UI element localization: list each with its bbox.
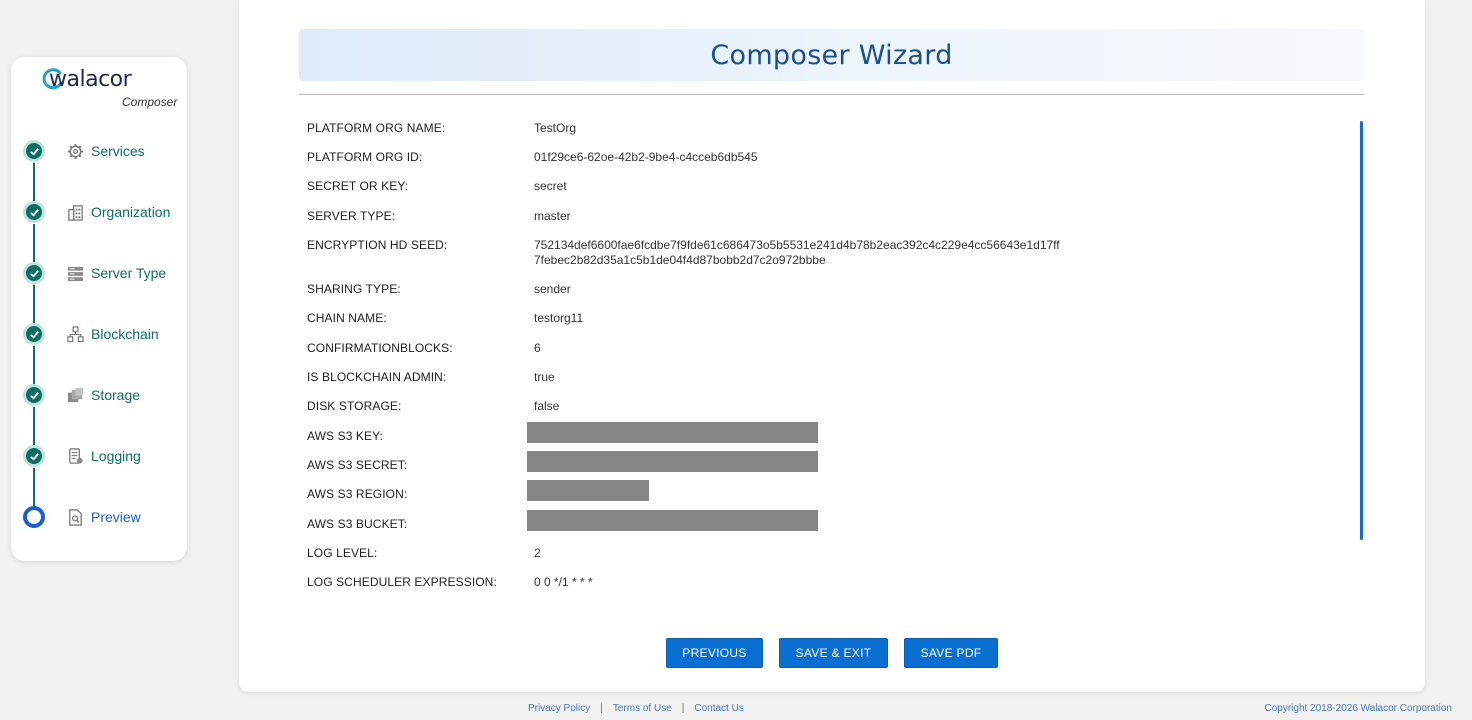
preview-panel: Composer Wizard PLATFORM ORG NAME: TestO… [239, 0, 1425, 692]
privacy-policy-link[interactable]: Privacy Policy [528, 703, 590, 714]
step-done-icon [23, 201, 45, 223]
step-done-icon [23, 384, 45, 406]
save-exit-button[interactable]: SAVE & EXIT [779, 638, 888, 668]
step-connector [33, 468, 35, 510]
detail-value: sender [534, 282, 571, 296]
page-title: Composer Wizard [710, 39, 953, 71]
detail-label: AWS S3 SECRET: [307, 458, 408, 472]
step-label: Blockchain [91, 326, 159, 342]
storage-icon [67, 387, 84, 403]
terms-of-use-link[interactable]: Terms of Use [613, 703, 672, 714]
server-icon [67, 266, 84, 282]
detail-label: LOG SCHEDULER EXPRESSION: [307, 575, 497, 589]
redacted-value [527, 451, 818, 472]
footer-separator: | [600, 703, 603, 714]
wizard-steps: Services Organization Server Type Blockc… [11, 57, 187, 561]
seed-line-2: 7febec2b82d35a1c5b1de04f4d87bobb2d7c2o97… [534, 253, 826, 267]
footer-separator: | [681, 703, 685, 714]
step-server-type[interactable]: Server Type [23, 261, 183, 285]
save-pdf-button[interactable]: SAVE PDF [904, 638, 998, 668]
contact-us-link[interactable]: Contact Us [694, 703, 743, 714]
step-connector [33, 224, 35, 266]
detail-value: 6 [534, 341, 541, 355]
step-done-icon [23, 140, 45, 162]
action-buttons: PREVIOUS SAVE & EXIT SAVE PDF [239, 638, 1425, 668]
step-label: Storage [91, 387, 141, 403]
detail-value: 752134def6600fae6fcdbe7f9fde61c686473o5b… [534, 238, 1060, 268]
detail-value: 0 0 */1 * * * [534, 575, 593, 589]
step-label: Organization [91, 204, 171, 220]
detail-value: true [534, 370, 555, 384]
step-label: Preview [91, 509, 141, 525]
step-connector [33, 285, 35, 327]
gear-icon [67, 143, 84, 160]
detail-label: LOG LEVEL: [307, 546, 378, 560]
detail-label: IS BLOCKCHAIN ADMIN: [307, 370, 447, 384]
wizard-sidebar: walacor Composer Services Organization S… [11, 57, 187, 561]
step-done-icon [23, 262, 45, 284]
detail-label: SERVER TYPE: [307, 209, 396, 223]
step-label: Server Type [91, 265, 167, 281]
detail-label: CHAIN NAME: [307, 311, 387, 325]
detail-label: SECRET OR KEY: [307, 179, 409, 193]
step-preview[interactable]: Preview [23, 505, 183, 529]
title-bar: Composer Wizard [299, 29, 1364, 81]
detail-label: CONFIRMATIONBLOCKS: [307, 341, 453, 355]
step-label: Services [91, 143, 145, 159]
seed-line-1: 752134def6600fae6fcdbe7f9fde61c686473o5b… [534, 238, 1060, 252]
redacted-value [527, 422, 818, 443]
step-logging[interactable]: Logging [23, 444, 183, 468]
previous-button[interactable]: PREVIOUS [666, 638, 763, 668]
footer-links: Privacy Policy | Terms of Use | Contact Us [528, 703, 744, 714]
detail-label: AWS S3 KEY: [307, 429, 384, 443]
redacted-value [527, 510, 818, 531]
step-active-icon [23, 506, 45, 528]
detail-label: PLATFORM ORG NAME: [307, 121, 446, 135]
scrollbar[interactable] [1360, 121, 1363, 540]
detail-value: 01f29ce6-62oe-42b2-9be4-c4cceb6db545 [534, 150, 758, 164]
copyright-text: Copyright 2018-2026 Walacor Corporation [1264, 703, 1452, 714]
detail-value: secret [534, 179, 567, 193]
building-icon [68, 205, 83, 221]
step-done-icon [23, 445, 45, 467]
step-connector [33, 346, 35, 388]
step-connector [33, 163, 35, 205]
footer: Privacy Policy | Terms of Use | Contact Us C… [0, 703, 1472, 717]
detail-value: 2 [534, 546, 541, 560]
detail-value: TestOrg [534, 121, 577, 135]
step-services[interactable]: Services [23, 139, 183, 163]
detail-label: AWS S3 REGION: [307, 487, 408, 501]
detail-value: master [534, 209, 571, 223]
step-connector [33, 407, 35, 449]
detail-label: DISK STORAGE: [307, 399, 402, 413]
step-blockchain[interactable]: Blockchain [23, 322, 183, 346]
detail-value: testorg11 [534, 311, 584, 325]
step-done-icon [23, 323, 45, 345]
step-label: Logging [91, 448, 141, 464]
detail-value: false [534, 399, 560, 413]
step-storage[interactable]: Storage [23, 383, 183, 407]
detail-label: ENCRYPTION HD SEED: [307, 238, 448, 252]
logging-icon [69, 448, 83, 464]
step-organization[interactable]: Organization [23, 200, 183, 224]
blockchain-icon [67, 326, 84, 343]
redacted-value [527, 480, 649, 501]
title-divider [299, 94, 1364, 95]
detail-label: SHARING TYPE: [307, 282, 401, 296]
detail-label: AWS S3 BUCKET: [307, 517, 408, 531]
preview-icon [69, 509, 82, 526]
detail-label: PLATFORM ORG ID: [307, 150, 423, 164]
